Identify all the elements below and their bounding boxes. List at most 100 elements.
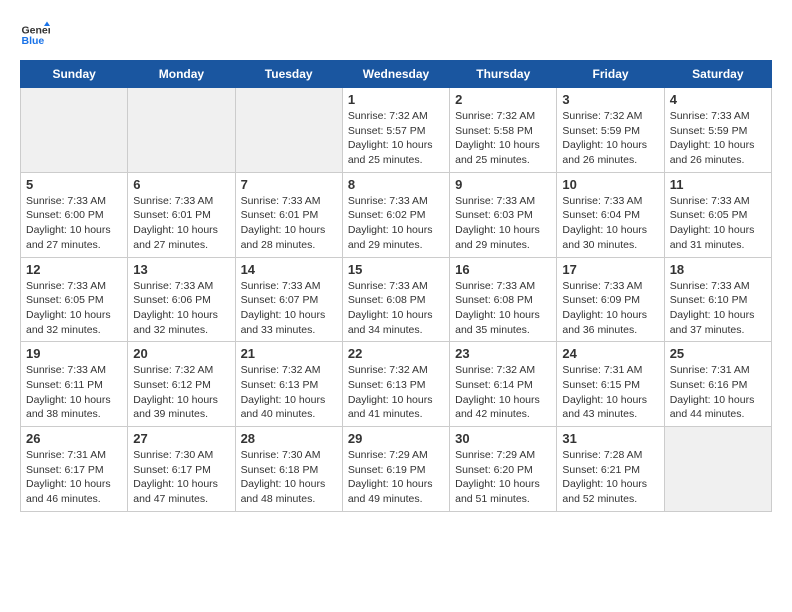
day-cell: 31 Sunrise: 7:28 AM Sunset: 6:21 PM Dayli… [557,427,664,512]
day-number: 5 [26,177,122,192]
day-cell: 5 Sunrise: 7:33 AM Sunset: 6:00 PM Daylig… [21,172,128,257]
day-number: 31 [562,431,658,446]
day-header-thursday: Thursday [450,61,557,88]
day-info: Sunrise: 7:32 AM Sunset: 6:13 PM Dayligh… [241,363,337,422]
svg-text:Blue: Blue [22,35,45,47]
day-cell [21,88,128,173]
day-number: 27 [133,431,229,446]
day-info: Sunrise: 7:33 AM Sunset: 6:08 PM Dayligh… [348,279,444,338]
day-number: 29 [348,431,444,446]
day-cell [128,88,235,173]
day-header-wednesday: Wednesday [342,61,449,88]
day-header-monday: Monday [128,61,235,88]
day-cell: 24 Sunrise: 7:31 AM Sunset: 6:15 PM Dayli… [557,342,664,427]
day-number: 2 [455,92,551,107]
day-cell [235,88,342,173]
day-number: 21 [241,346,337,361]
day-header-saturday: Saturday [664,61,771,88]
day-cell: 15 Sunrise: 7:33 AM Sunset: 6:08 PM Dayli… [342,257,449,342]
day-info: Sunrise: 7:33 AM Sunset: 6:07 PM Dayligh… [241,279,337,338]
day-cell: 17Sunrise: 7:33 AM Sunset: 6:09 PM Dayli… [557,257,664,342]
day-cell: 8 Sunrise: 7:33 AM Sunset: 6:02 PM Daylig… [342,172,449,257]
day-info: Sunrise: 7:32 AM Sunset: 6:14 PM Dayligh… [455,363,551,422]
day-info: Sunrise: 7:32 AM Sunset: 5:59 PM Dayligh… [562,109,658,168]
day-cell: 30Sunrise: 7:29 AM Sunset: 6:20 PM Dayli… [450,427,557,512]
day-info: Sunrise: 7:33 AM Sunset: 6:10 PM Dayligh… [670,279,766,338]
week-row-2: 5 Sunrise: 7:33 AM Sunset: 6:00 PM Daylig… [21,172,772,257]
day-info: Sunrise: 7:30 AM Sunset: 6:18 PM Dayligh… [241,448,337,507]
day-cell: 16 Sunrise: 7:33 AM Sunset: 6:08 PM Dayli… [450,257,557,342]
day-number: 13 [133,262,229,277]
day-info: Sunrise: 7:31 AM Sunset: 6:16 PM Dayligh… [670,363,766,422]
day-header-sunday: Sunday [21,61,128,88]
day-info: Sunrise: 7:33 AM Sunset: 6:06 PM Dayligh… [133,279,229,338]
day-info: Sunrise: 7:33 AM Sunset: 6:08 PM Dayligh… [455,279,551,338]
day-cell: 9 Sunrise: 7:33 AM Sunset: 6:03 PM Daylig… [450,172,557,257]
day-cell: 27 Sunrise: 7:30 AM Sunset: 6:17 PM Dayli… [128,427,235,512]
day-cell: 22 Sunrise: 7:32 AM Sunset: 6:13 PM Dayli… [342,342,449,427]
day-number: 3 [562,92,658,107]
day-info: Sunrise: 7:33 AM Sunset: 6:11 PM Dayligh… [26,363,122,422]
day-info: Sunrise: 7:33 AM Sunset: 5:59 PM Dayligh… [670,109,766,168]
day-cell [664,427,771,512]
day-number: 15 [348,262,444,277]
day-info: Sunrise: 7:28 AM Sunset: 6:21 PM Dayligh… [562,448,658,507]
day-cell: 10 Sunrise: 7:33 AM Sunset: 6:04 PM Dayli… [557,172,664,257]
day-number: 7 [241,177,337,192]
day-cell: 29Sunrise: 7:29 AM Sunset: 6:19 PM Dayli… [342,427,449,512]
day-number: 19 [26,346,122,361]
day-number: 16 [455,262,551,277]
day-number: 14 [241,262,337,277]
day-info: Sunrise: 7:33 AM Sunset: 6:00 PM Dayligh… [26,194,122,253]
day-number: 22 [348,346,444,361]
day-cell: 1 Sunrise: 7:32 AM Sunset: 5:57 PM Daylig… [342,88,449,173]
day-info: Sunrise: 7:31 AM Sunset: 6:17 PM Dayligh… [26,448,122,507]
calendar-table: SundayMondayTuesdayWednesdayThursdayFrid… [20,60,772,512]
week-row-5: 26Sunrise: 7:31 AM Sunset: 6:17 PM Dayli… [21,427,772,512]
day-info: Sunrise: 7:32 AM Sunset: 5:58 PM Dayligh… [455,109,551,168]
day-info: Sunrise: 7:32 AM Sunset: 6:13 PM Dayligh… [348,363,444,422]
day-header-friday: Friday [557,61,664,88]
day-number: 9 [455,177,551,192]
day-number: 17 [562,262,658,277]
day-number: 10 [562,177,658,192]
day-info: Sunrise: 7:32 AM Sunset: 5:57 PM Dayligh… [348,109,444,168]
day-info: Sunrise: 7:33 AM Sunset: 6:01 PM Dayligh… [133,194,229,253]
day-info: Sunrise: 7:33 AM Sunset: 6:04 PM Dayligh… [562,194,658,253]
day-cell: 26Sunrise: 7:31 AM Sunset: 6:17 PM Dayli… [21,427,128,512]
day-info: Sunrise: 7:33 AM Sunset: 6:03 PM Dayligh… [455,194,551,253]
week-row-3: 12 Sunrise: 7:33 AM Sunset: 6:05 PM Dayli… [21,257,772,342]
day-number: 23 [455,346,551,361]
day-cell: 20 Sunrise: 7:32 AM Sunset: 6:12 PM Dayli… [128,342,235,427]
day-info: Sunrise: 7:33 AM Sunset: 6:02 PM Dayligh… [348,194,444,253]
day-info: Sunrise: 7:33 AM Sunset: 6:05 PM Dayligh… [670,194,766,253]
day-info: Sunrise: 7:33 AM Sunset: 6:05 PM Dayligh… [26,279,122,338]
day-info: Sunrise: 7:31 AM Sunset: 6:15 PM Dayligh… [562,363,658,422]
day-info: Sunrise: 7:29 AM Sunset: 6:20 PM Dayligh… [455,448,551,507]
day-number: 6 [133,177,229,192]
day-number: 11 [670,177,766,192]
logo-icon: General Blue [20,20,50,50]
day-number: 24 [562,346,658,361]
day-info: Sunrise: 7:30 AM Sunset: 6:17 PM Dayligh… [133,448,229,507]
day-cell: 11 Sunrise: 7:33 AM Sunset: 6:05 PM Dayli… [664,172,771,257]
day-info: Sunrise: 7:32 AM Sunset: 6:12 PM Dayligh… [133,363,229,422]
day-number: 18 [670,262,766,277]
day-cell: 25 Sunrise: 7:31 AM Sunset: 6:16 PM Dayli… [664,342,771,427]
day-header-tuesday: Tuesday [235,61,342,88]
day-number: 12 [26,262,122,277]
day-number: 8 [348,177,444,192]
day-number: 4 [670,92,766,107]
day-number: 1 [348,92,444,107]
day-cell: 14 Sunrise: 7:33 AM Sunset: 6:07 PM Dayli… [235,257,342,342]
day-cell: 13 Sunrise: 7:33 AM Sunset: 6:06 PM Dayli… [128,257,235,342]
day-cell: 7Sunrise: 7:33 AM Sunset: 6:01 PM Daylig… [235,172,342,257]
day-number: 20 [133,346,229,361]
day-cell: 12 Sunrise: 7:33 AM Sunset: 6:05 PM Dayli… [21,257,128,342]
day-cell: 4 Sunrise: 7:33 AM Sunset: 5:59 PM Daylig… [664,88,771,173]
week-row-4: 19 Sunrise: 7:33 AM Sunset: 6:11 PM Dayli… [21,342,772,427]
day-number: 25 [670,346,766,361]
day-cell: 3 Sunrise: 7:32 AM Sunset: 5:59 PM Daylig… [557,88,664,173]
day-cell: 21 Sunrise: 7:32 AM Sunset: 6:13 PM Dayli… [235,342,342,427]
day-cell: 6 Sunrise: 7:33 AM Sunset: 6:01 PM Daylig… [128,172,235,257]
